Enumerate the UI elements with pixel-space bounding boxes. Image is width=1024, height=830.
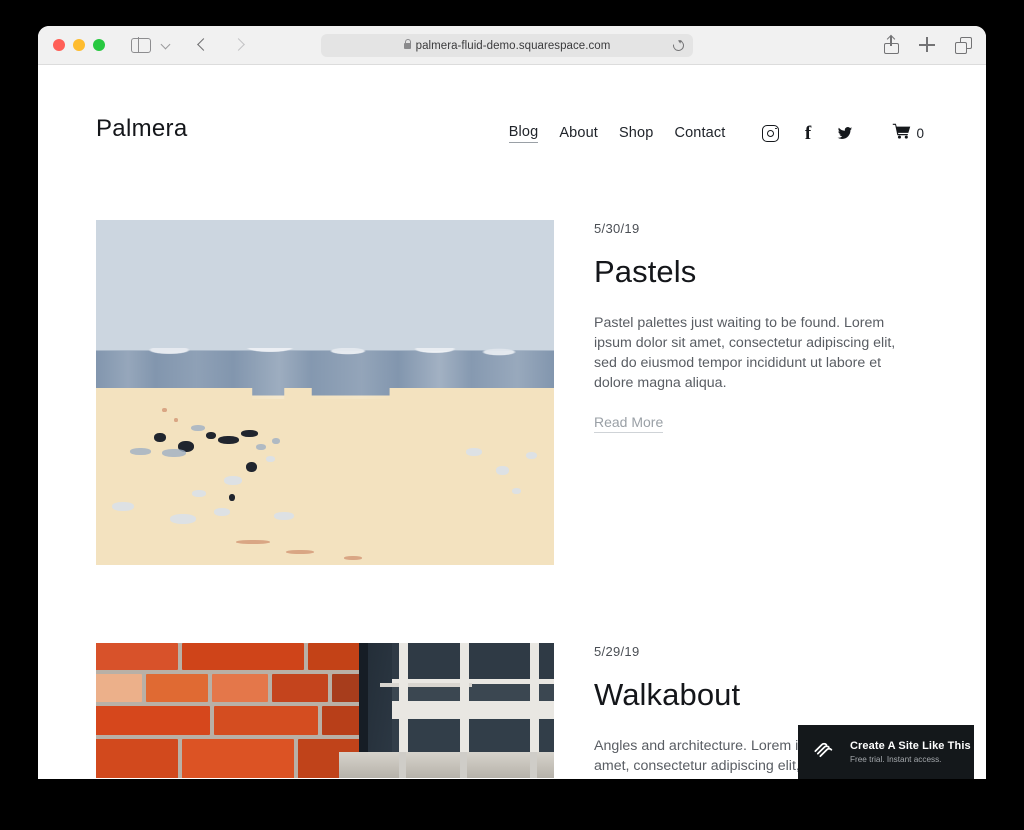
toolbar-left-controls bbox=[105, 32, 252, 58]
back-arrow-icon[interactable] bbox=[190, 32, 216, 58]
squarespace-logo-icon bbox=[812, 737, 837, 767]
blog-post-list: 5/30/19 Pastels Pastel palettes just wai… bbox=[38, 220, 986, 779]
instagram-icon[interactable] bbox=[762, 125, 780, 142]
window-controls bbox=[53, 39, 105, 51]
site-header: Palmera Blog About Shop Contact f 0 bbox=[38, 65, 986, 144]
brick-wall-photo bbox=[96, 643, 554, 778]
nav-item-about[interactable]: About bbox=[559, 125, 598, 143]
url-text: palmera-fluid-demo.squarespace.com bbox=[415, 39, 611, 52]
promo-subtext: Free trial. Instant access. bbox=[850, 755, 942, 764]
sidebar-toggle-icon[interactable] bbox=[131, 36, 151, 54]
promo-text: Create A Site Like This Free trial. Inst… bbox=[850, 740, 971, 764]
plus-icon[interactable] bbox=[919, 36, 936, 54]
reload-icon[interactable] bbox=[670, 37, 687, 54]
pastel-wall-photo bbox=[96, 220, 554, 565]
browser-toolbar: palmera-fluid-demo.squarespace.com bbox=[38, 26, 986, 65]
cart-count: 0 bbox=[916, 126, 924, 141]
chevron-down-icon[interactable] bbox=[162, 41, 170, 49]
forward-arrow-icon[interactable] bbox=[226, 32, 252, 58]
social-links: f bbox=[762, 124, 853, 143]
post-text-pastels: 5/30/19 Pastels Pastel palettes just wai… bbox=[594, 220, 899, 565]
close-window-button[interactable] bbox=[53, 39, 65, 51]
post-image-pastels[interactable] bbox=[96, 220, 554, 565]
page-viewport: Palmera Blog About Shop Contact f 0 5/30… bbox=[38, 65, 986, 779]
shopping-cart-icon bbox=[892, 123, 911, 144]
twitter-icon[interactable] bbox=[836, 125, 853, 142]
nav-item-blog[interactable]: Blog bbox=[508, 124, 539, 143]
cart-button[interactable]: 0 bbox=[892, 123, 924, 144]
lock-icon bbox=[403, 38, 412, 49]
nav-item-shop[interactable]: Shop bbox=[619, 125, 653, 143]
minimize-window-button[interactable] bbox=[73, 39, 85, 51]
post-title[interactable]: Pastels bbox=[594, 254, 899, 289]
primary-navigation: Blog About Shop Contact f 0 bbox=[508, 123, 924, 144]
post-date: 5/30/19 bbox=[594, 221, 640, 236]
post-title[interactable]: Walkabout bbox=[594, 677, 899, 712]
tab-overview-icon[interactable] bbox=[955, 36, 972, 54]
toolbar-right-controls bbox=[883, 36, 972, 54]
maximize-window-button[interactable] bbox=[93, 39, 105, 51]
site-logo[interactable]: Palmera bbox=[96, 115, 187, 143]
blog-post-pastels: 5/30/19 Pastels Pastel palettes just wai… bbox=[96, 220, 924, 565]
read-more-link[interactable]: Read More bbox=[594, 414, 664, 434]
facebook-icon[interactable]: f bbox=[799, 124, 816, 143]
squarespace-promo-banner[interactable]: Create A Site Like This Free trial. Inst… bbox=[798, 725, 974, 779]
promo-headline: Create A Site Like This bbox=[850, 740, 971, 752]
post-image-walkabout[interactable] bbox=[96, 643, 554, 779]
post-date: 5/29/19 bbox=[594, 644, 640, 659]
address-bar[interactable]: palmera-fluid-demo.squarespace.com bbox=[321, 34, 693, 57]
browser-window: palmera-fluid-demo.squarespace.com Palme… bbox=[38, 26, 986, 779]
post-excerpt: Pastel palettes just waiting to be found… bbox=[594, 315, 896, 392]
nav-item-contact[interactable]: Contact bbox=[674, 125, 725, 143]
share-icon[interactable] bbox=[883, 36, 900, 54]
